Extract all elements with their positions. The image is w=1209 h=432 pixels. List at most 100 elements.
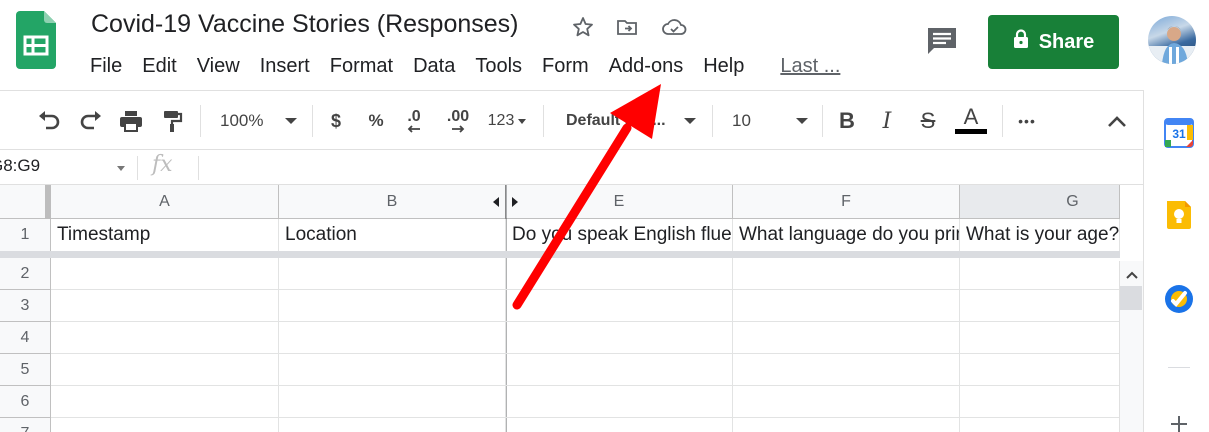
arrow-left-icon <box>407 125 420 133</box>
hidden-columns-left-icon[interactable] <box>493 197 499 207</box>
print-icon[interactable] <box>116 105 146 137</box>
column-header-g[interactable]: G <box>960 185 1120 219</box>
formula-input[interactable] <box>200 150 1143 184</box>
calendar-day: 31 <box>1172 127 1186 141</box>
chevron-down-icon <box>518 118 527 124</box>
menu-tools[interactable]: Tools <box>465 52 532 82</box>
cell-f1[interactable]: What language do you primarily speak? <box>733 219 960 252</box>
font-size-value: 10 <box>732 111 751 130</box>
menu-add-ons[interactable]: Add-ons <box>599 52 694 82</box>
cell-e1[interactable]: Do you speak English fluently? <box>506 219 733 252</box>
paint-format-icon[interactable] <box>158 105 186 137</box>
row-header-2[interactable]: 2 <box>0 258 51 290</box>
share-button[interactable]: Share <box>988 15 1119 69</box>
document-title[interactable]: Covid-19 Vaccine Stories (Responses) <box>91 10 519 39</box>
column-header-a[interactable]: A <box>51 185 279 219</box>
scrollbar-thumb[interactable] <box>1120 286 1142 310</box>
spreadsheet-grid: A B E F G 1 Timestamp Location Do you sp… <box>0 185 1143 432</box>
zoom-value: 100% <box>220 111 264 130</box>
collapse-toolbar-icon[interactable] <box>1102 105 1132 137</box>
toolbar: 100% $ % .0 .00 123 Default (Ari... 10 B… <box>0 90 1143 150</box>
cloud-status-icon[interactable] <box>661 14 687 40</box>
header: Covid-19 Vaccine Stories (Responses) Fil… <box>0 0 1209 90</box>
chevron-down-icon <box>285 118 298 124</box>
formula-bar-divider <box>137 156 138 180</box>
select-all-corner[interactable] <box>0 185 51 219</box>
chevron-down-icon <box>796 118 808 124</box>
bold-button[interactable]: B <box>832 105 862 137</box>
strikethrough-button[interactable]: S <box>912 105 944 137</box>
calendar-icon[interactable]: 31 <box>1164 118 1194 148</box>
fx-icon: fx <box>152 152 173 177</box>
column-header-e[interactable]: E <box>506 185 733 219</box>
zoom-select[interactable]: 100% <box>212 105 302 137</box>
frozen-row-divider[interactable] <box>0 251 1120 258</box>
percent-format-button[interactable]: % <box>362 105 390 137</box>
menu-edit[interactable]: Edit <box>132 52 186 82</box>
side-panel-divider <box>1168 367 1190 368</box>
decrease-decimals-button[interactable]: .0 <box>398 105 430 137</box>
star-icon[interactable] <box>570 14 596 40</box>
vertical-scrollbar[interactable] <box>1119 261 1143 432</box>
currency-format-button[interactable]: $ <box>322 105 350 137</box>
lock-icon <box>1013 29 1029 55</box>
increase-decimals-button[interactable]: .00 <box>440 105 476 137</box>
menu-format[interactable]: Format <box>320 52 403 82</box>
menu-data[interactable]: Data <box>403 52 465 82</box>
toolbar-divider <box>200 105 201 137</box>
more-options-button[interactable]: ••• <box>1012 105 1042 137</box>
move-to-folder-icon[interactable] <box>614 14 640 40</box>
avatar[interactable] <box>1148 16 1196 64</box>
toolbar-divider <box>543 105 544 137</box>
comment-history-icon[interactable] <box>924 25 960 57</box>
hidden-columns-right-icon[interactable] <box>512 197 518 207</box>
redo-icon[interactable] <box>76 105 106 137</box>
name-box[interactable]: G8:G9 <box>0 156 130 180</box>
cell-b1[interactable]: Location <box>279 219 506 252</box>
chevron-down-icon <box>684 118 696 124</box>
row-header-7[interactable]: 7 <box>0 418 51 432</box>
text-color-label: A <box>963 104 979 129</box>
menu-bar: File Edit View Insert Format Data Tools … <box>80 52 850 82</box>
add-addon-icon[interactable] <box>1168 412 1190 432</box>
row-header-3[interactable]: 3 <box>0 290 51 322</box>
column-header-b[interactable]: B <box>279 185 506 219</box>
font-size-select[interactable]: 10 <box>722 105 812 137</box>
row-header-4[interactable]: 4 <box>0 322 51 354</box>
menu-view[interactable]: View <box>187 52 250 82</box>
menu-help[interactable]: Help <box>693 52 754 82</box>
menu-insert[interactable]: Insert <box>250 52 320 82</box>
font-family-value: Default (Ari... <box>566 112 666 129</box>
column-header-f[interactable]: F <box>733 185 960 219</box>
toolbar-divider <box>1002 105 1003 137</box>
toolbar-divider <box>822 105 823 137</box>
side-panel: 31 <box>1143 90 1209 432</box>
italic-button[interactable]: I <box>872 105 902 137</box>
formula-bar: G8:G9 fx <box>0 150 1143 185</box>
font-family-select[interactable]: Default (Ari... <box>556 105 702 137</box>
undo-icon[interactable] <box>34 105 64 137</box>
text-color-button[interactable]: A <box>952 105 990 137</box>
last-edit-link[interactable]: Last ... <box>770 52 850 82</box>
toolbar-divider <box>312 105 313 137</box>
number-format-select[interactable]: 123 <box>482 105 532 137</box>
name-box-value: G8:G9 <box>0 156 41 175</box>
tasks-icon[interactable] <box>1164 284 1194 314</box>
decrease-decimals-label: .0 <box>407 108 421 125</box>
sheets-logo-icon[interactable] <box>16 11 56 69</box>
scroll-up-icon[interactable] <box>1120 267 1143 283</box>
chevron-down-icon <box>117 166 125 171</box>
cell-a1[interactable]: Timestamp <box>51 219 279 252</box>
menu-form[interactable]: Form <box>532 52 599 82</box>
keep-icon[interactable] <box>1164 200 1194 230</box>
number-format-label: 123 <box>487 112 515 129</box>
row-header-5[interactable]: 5 <box>0 354 51 386</box>
menu-file[interactable]: File <box>80 52 132 82</box>
row-header-1[interactable]: 1 <box>0 219 51 252</box>
column-header-label: B <box>386 192 398 210</box>
cell-g1[interactable]: What is your age? <box>960 219 1120 252</box>
share-label: Share <box>1038 30 1095 53</box>
grid-body[interactable] <box>51 258 1119 432</box>
arrow-right-icon <box>452 125 465 133</box>
row-header-6[interactable]: 6 <box>0 386 51 418</box>
